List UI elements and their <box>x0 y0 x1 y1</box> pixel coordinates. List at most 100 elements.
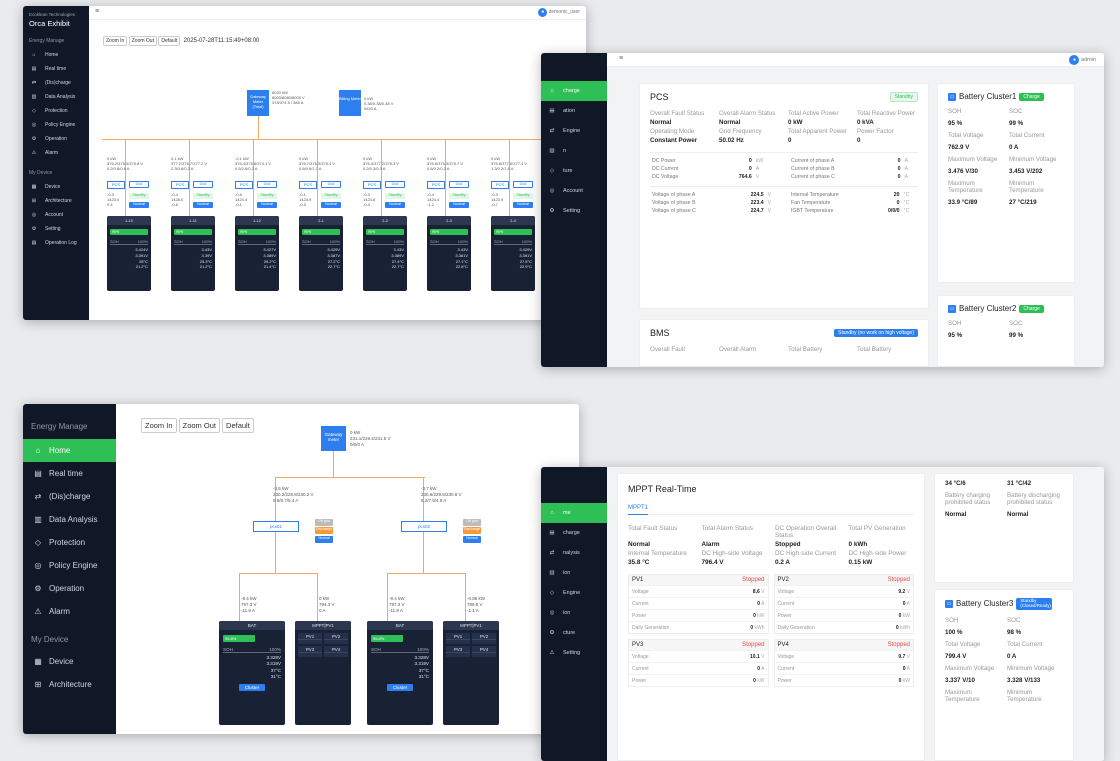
pcs-box[interactable]: PCS <box>299 181 317 189</box>
avatar[interactable]: ● <box>1069 55 1080 65</box>
zoom-in-button[interactable]: Zoom In <box>103 36 128 46</box>
unit-drop-line <box>509 139 510 220</box>
pv-header: PV2 Stopped <box>774 575 913 585</box>
battery-unit-card[interactable]: 1-10 99% SOH 100% 3.424V 3.391V 25°C 21.2°C <box>107 216 151 291</box>
row-unit: A <box>904 174 908 180</box>
reading: 794.3 V <box>319 601 335 607</box>
menu-toggle-icon[interactable]: ≡ <box>619 55 623 62</box>
nav-item-alarm[interactable]: ⚠ Alarm <box>23 146 89 160</box>
pcs-box[interactable]: pcs02 <box>401 521 447 532</box>
standby-tag: Standby <box>129 193 149 199</box>
nav-item-nalysis[interactable]: ⇄ nalysis <box>541 543 607 563</box>
nav-item-ation[interactable]: ▤ ation <box>541 101 607 121</box>
nav-item-architecture[interactable]: ⊞ Architecture <box>23 194 89 208</box>
nav-item-ture[interactable]: ◇ ture <box>541 161 607 181</box>
nav-item-alarm[interactable]: ⚠ Alarm <box>23 600 116 623</box>
user-name[interactable]: admin <box>1081 57 1096 63</box>
row-value: 224.7 <box>750 208 764 214</box>
pv-name: PV4 <box>324 647 348 653</box>
nav-icon: ⚙ <box>31 136 37 142</box>
nav-item-charge[interactable]: ⌂ charge <box>541 81 607 101</box>
nav-item-engine[interactable]: ⇄ Engine <box>541 121 607 141</box>
battery-unit-card[interactable]: 1-12 99% SOH 100% 3.427V 3.389V 25.2°C 21.4°C <box>235 216 279 291</box>
nav-item-n[interactable]: ▥ n <box>541 141 607 161</box>
pv-label: Current <box>777 665 795 672</box>
field-label: Total Reactive Power <box>857 110 916 117</box>
nav-label: Policy Engine <box>45 122 76 128</box>
nav-item-policy-engine[interactable]: ◎ Policy Engine <box>23 118 89 132</box>
pcs-box[interactable]: pcs01 <box>253 521 299 532</box>
zoom-in-button[interactable]: Zoom In <box>141 418 177 433</box>
cluster3-title: Battery Cluster3 <box>956 599 1014 609</box>
zoom-out-button[interactable]: Zoom Out <box>178 418 220 433</box>
unit-readings: 0 kW 376.6/376.3/375.7 V 0.6/0.2/0.2 A <box>427 156 463 172</box>
gateway-meter-node[interactable]: Gateway Meter (Total) <box>247 90 269 116</box>
menu-toggle-icon[interactable]: ≡ <box>95 8 99 15</box>
pcs-box[interactable]: PCS <box>171 181 189 189</box>
default-button[interactable]: Default <box>222 418 254 433</box>
nav-item-account[interactable]: ◎ Account <box>541 181 607 201</box>
nav-item-architecture[interactable]: ⊞ Architecture <box>23 673 116 696</box>
row-unit: A <box>904 158 908 164</box>
nav-item-setting[interactable]: ⚙ Setting <box>23 222 89 236</box>
pcs-box[interactable]: PCS <box>491 181 509 189</box>
nav-item-home[interactable]: ⌂ Home <box>23 439 116 462</box>
nav-label: nalysis <box>563 550 580 556</box>
nav-item-device[interactable]: ▦ Device <box>23 650 116 673</box>
zoom-out-button[interactable]: Zoom Out <box>128 36 157 46</box>
battery-unit-card[interactable]: 2-3 99% SOH 100% 3.43V 3.381V 27.1°C 22.8°C <box>427 216 471 291</box>
nav-item-operation-log[interactable]: ▤ Operation Log <box>23 236 89 250</box>
field-label: SOH <box>948 320 962 327</box>
nav-item-cture[interactable]: ⚙ cture <box>541 623 607 643</box>
phase-current-table: Current of phase A 0 A Current of phase B0A… <box>789 157 918 181</box>
nav-item-device[interactable]: ▦ Device <box>23 180 89 194</box>
nav-item-charge[interactable]: ▤ charge <box>541 523 607 543</box>
nav-item-setting[interactable]: ⚠ Setting <box>541 643 607 663</box>
nav-item-real-time[interactable]: ▤ Real time <box>23 462 116 485</box>
billing-meter-node[interactable]: Billing Meter <box>339 90 361 116</box>
nav-item-operation[interactable]: ⚙ Operation <box>23 577 116 600</box>
nav-item-ion[interactable]: ◎ ion <box>541 603 607 623</box>
gateway-meter-node[interactable]: Gateway meter <box>321 426 346 451</box>
cluster-button[interactable]: Cluster <box>387 683 413 691</box>
nav-item-data-analysis[interactable]: ▥ Data Analysis <box>23 90 89 104</box>
avatar[interactable]: ● <box>538 8 548 17</box>
user-name[interactable]: demonic_user <box>549 9 580 15</box>
nav-item-operation[interactable]: ⚙ Operation <box>23 132 89 146</box>
nav-item--dis-charge[interactable]: ⇄ (Dis)charge <box>23 76 89 90</box>
pv-cell: PV2 <box>324 633 348 644</box>
nav-item-me[interactable]: ⌂ me <box>541 503 607 523</box>
pcs-box[interactable]: PCS <box>427 181 445 189</box>
reading: -0.86 kW <box>467 596 486 601</box>
nav-item-setting[interactable]: ⚙ Setting <box>541 201 607 221</box>
default-button[interactable]: Default <box>158 36 181 46</box>
nav-item-home[interactable]: ⌂ Home <box>23 48 89 62</box>
mppt-card[interactable]: MPPT|PV1 PV1 PV2 PV3 PV4 <box>295 621 351 725</box>
battery-unit-card[interactable]: 1-11 99% SOH 100% 3.43V 3.39V 25.3°C 21.2°C <box>171 216 215 291</box>
field-label: Power Factor <box>857 128 894 135</box>
row-value: 20 <box>893 192 900 198</box>
nav-item-account[interactable]: ◎ Account <box>23 208 89 222</box>
nav-item-protection[interactable]: ◇ Protection <box>23 104 89 118</box>
pcs-box[interactable]: PCS <box>107 181 125 189</box>
cluster-button[interactable]: Cluster <box>239 683 265 691</box>
battery-unit-card[interactable]: 2-2 99% SOH 100% 3.43V 3.389V 27.4°C 22.7°C <box>363 216 407 291</box>
nav-item-engine[interactable]: ◇ Engine <box>541 583 607 603</box>
nav-item-data-analysis[interactable]: ▥ Data Analysis <box>23 508 116 531</box>
battery-unit-card[interactable]: 2-1 99% SOH 100% 3.429V 3.387V 27.2°C 22.7°C <box>299 216 343 291</box>
nav-item--dis-charge[interactable]: ⇄ (Dis)charge <box>23 485 116 508</box>
tab-mppt1[interactable]: MPPT1 <box>628 505 649 515</box>
bat-card[interactable]: BAT 95.8% SOH 100% 3.328V 3.319V 37°C 31°C Clust… <box>367 621 433 725</box>
pcs-box[interactable]: PCS <box>363 181 381 189</box>
bat-card[interactable]: BAT 95.8% SOH 100% 3.328V 3.319V 37°C 31°C Clust… <box>219 621 285 725</box>
soh-value: 100% <box>137 239 148 244</box>
battery-unit-card[interactable]: 2-4 99% SOH 100% 3.429V 3.391V 27.5°C 22.9°C <box>491 216 535 291</box>
table-row: Voltage of phase B 223.4 V <box>650 199 779 207</box>
pv-value: 10.1 V <box>750 654 764 660</box>
nav-item-policy-engine[interactable]: ◎ Policy Engine <box>23 554 116 577</box>
pcs-box[interactable]: PCS <box>235 181 253 189</box>
nav-item-real-time[interactable]: ▤ Real time <box>23 62 89 76</box>
mppt-card[interactable]: MPPT|PV1 PV1 PV2 PV3 PV4 <box>443 621 499 725</box>
nav-item-protection[interactable]: ◇ Protection <box>23 531 116 554</box>
nav-item-ion[interactable]: ▥ ion <box>541 563 607 583</box>
